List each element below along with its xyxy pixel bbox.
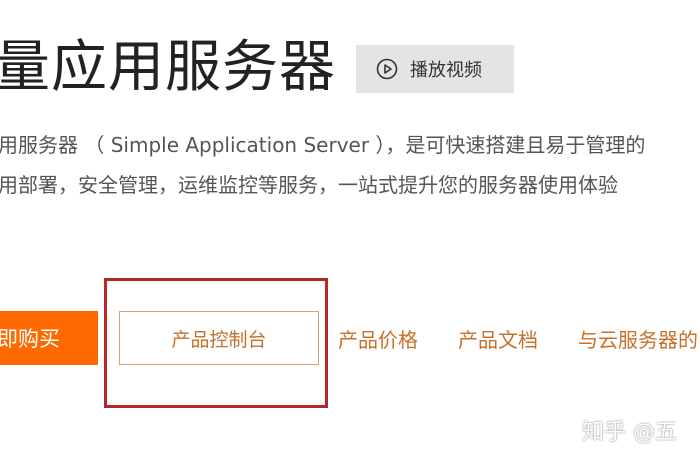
page-title: 量应用服务器 <box>0 35 336 100</box>
compare-ecs-link[interactable]: 与云服务器的 <box>578 324 698 353</box>
play-circle-icon <box>376 58 398 80</box>
product-console-button[interactable]: 产品控制台 <box>119 311 319 365</box>
play-video-label: 播放视频 <box>410 60 482 81</box>
play-video-button[interactable]: 播放视频 <box>356 45 514 93</box>
buy-now-button[interactable]: 即购买 <box>0 311 98 365</box>
description-line-2: 用部署，安全管理，运维监控等服务，一站式提升您的服务器使用体验 <box>0 173 618 197</box>
product-price-link[interactable]: 产品价格 <box>338 324 418 353</box>
product-page: 量应用服务器 播放视频 用服务器 （ Simple Application Se… <box>0 0 700 470</box>
product-docs-link[interactable]: 产品文档 <box>458 324 538 353</box>
zhihu-watermark: 知乎 @五 <box>582 420 677 445</box>
buy-now-label: 即购买 <box>0 327 60 351</box>
description-line-1: 用服务器 （ Simple Application Server ），是可快速搭… <box>0 133 646 157</box>
